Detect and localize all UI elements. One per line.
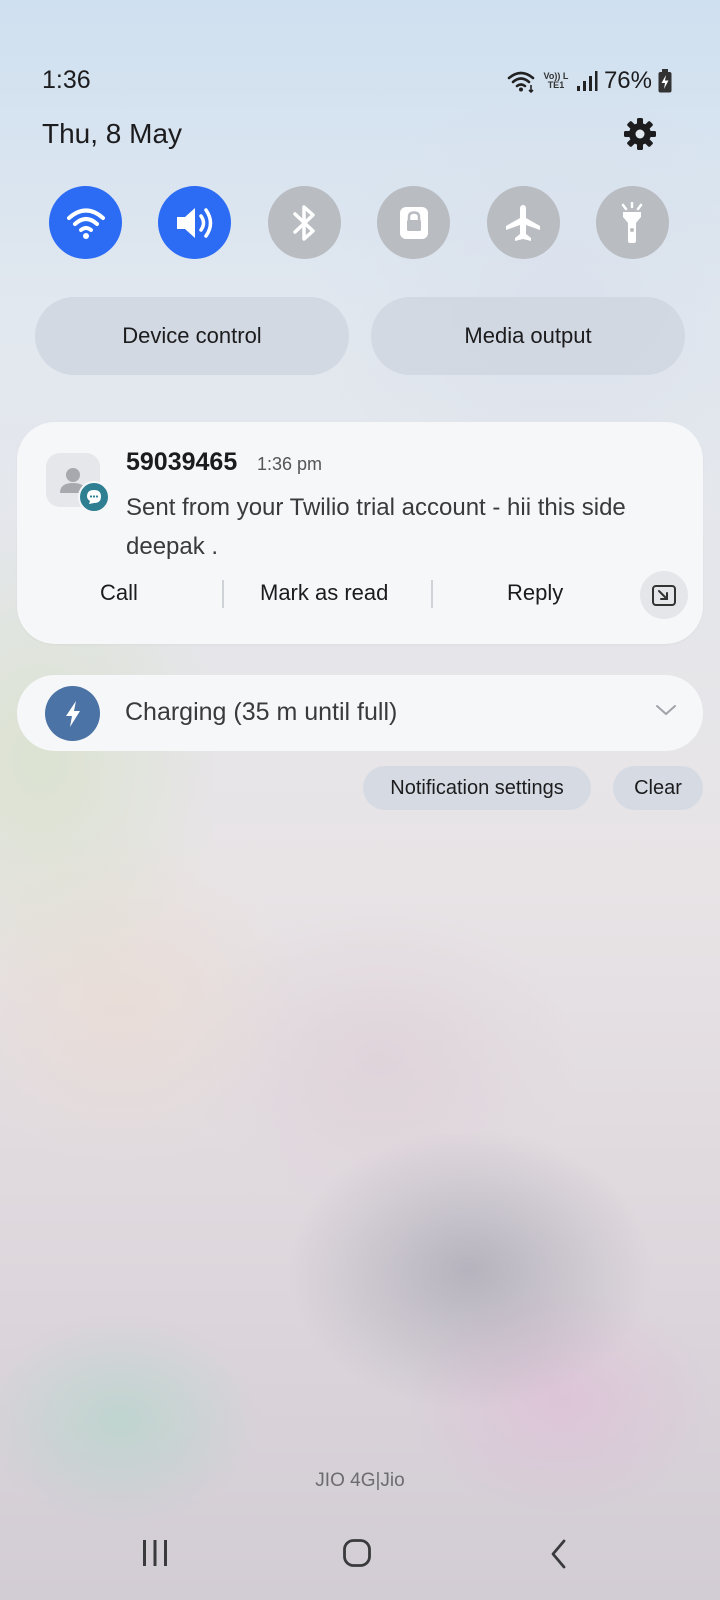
status-clock: 1:36 bbox=[42, 66, 91, 94]
action-divider bbox=[431, 580, 433, 608]
media-output-button[interactable]: Media output bbox=[371, 297, 685, 375]
bluetooth-icon bbox=[293, 204, 316, 241]
status-icons: Vo)) LTE1 76% bbox=[506, 66, 672, 96]
date-label: Thu, 8 May bbox=[42, 118, 183, 149]
carrier-label: JIO 4G|Jio bbox=[315, 1470, 405, 1491]
quick-panel-buttons: Device control Media output bbox=[35, 297, 685, 375]
recents-icon bbox=[143, 1540, 167, 1566]
battery-charging-icon bbox=[658, 69, 672, 93]
flashlight-tile[interactable] bbox=[595, 186, 669, 259]
quick-settings-tiles bbox=[49, 186, 669, 260]
wifi-status-icon bbox=[507, 71, 535, 93]
action-divider bbox=[222, 580, 224, 608]
notification-time: 1:36 pm bbox=[257, 454, 323, 474]
charging-notification[interactable]: Charging (35 m until full) bbox=[17, 675, 703, 751]
clear-button[interactable]: Clear bbox=[613, 766, 703, 810]
contact-avatar-icon bbox=[46, 453, 110, 513]
pop-out-icon bbox=[652, 585, 676, 606]
bluetooth-tile[interactable] bbox=[267, 186, 341, 259]
navigation-bar bbox=[0, 1530, 720, 1590]
notification-settings-button[interactable]: Notification settings bbox=[363, 766, 591, 810]
notification-footer: Notification settings Clear bbox=[363, 766, 703, 810]
wifi-tile[interactable] bbox=[49, 186, 122, 259]
signal-icon bbox=[576, 71, 598, 91]
status-bar: 1:36 Vo)) LTE1 76% bbox=[0, 60, 720, 104]
battery-percent: 76% bbox=[603, 67, 652, 94]
rotation-lock-tile[interactable] bbox=[377, 186, 451, 259]
message-notification[interactable]: 59039465 1:36 pm Sent from your Twilio t… bbox=[17, 422, 703, 644]
reply-button[interactable]: Reply bbox=[507, 580, 563, 606]
back-button[interactable] bbox=[548, 1538, 570, 1575]
airplane-mode-tile[interactable] bbox=[486, 186, 560, 259]
flashlight-icon bbox=[622, 201, 643, 243]
recent-apps-button[interactable] bbox=[140, 1538, 170, 1573]
volte-indicator: Vo)) LTE1 bbox=[542, 72, 570, 90]
message-badge-icon bbox=[78, 481, 110, 513]
airplane-icon bbox=[506, 204, 541, 241]
call-button[interactable]: Call bbox=[100, 580, 138, 606]
device-control-button[interactable]: Device control bbox=[35, 297, 349, 375]
chevron-down-icon[interactable] bbox=[655, 703, 677, 717]
home-button[interactable] bbox=[342, 1538, 372, 1573]
lightning-icon bbox=[45, 686, 100, 741]
volume-icon bbox=[176, 207, 213, 238]
home-icon bbox=[343, 1539, 371, 1567]
open-popup-button[interactable] bbox=[640, 571, 688, 619]
sound-tile[interactable] bbox=[158, 186, 232, 259]
back-arrow-icon bbox=[551, 1539, 566, 1569]
lock-icon bbox=[399, 206, 428, 239]
notification-actions: Call Mark as read Reply bbox=[17, 571, 703, 619]
settings-gear-icon[interactable] bbox=[622, 116, 658, 152]
notification-message: Sent from your Twilio trial account - hi… bbox=[126, 494, 626, 560]
mark-as-read-button[interactable]: Mark as read bbox=[260, 580, 388, 606]
volte-label: Vo)) LTE1 bbox=[543, 71, 569, 90]
charging-status-text: Charging (35 m until full) bbox=[125, 698, 398, 726]
wifi-icon bbox=[66, 208, 105, 239]
notification-sender: 59039465 bbox=[126, 448, 238, 476]
